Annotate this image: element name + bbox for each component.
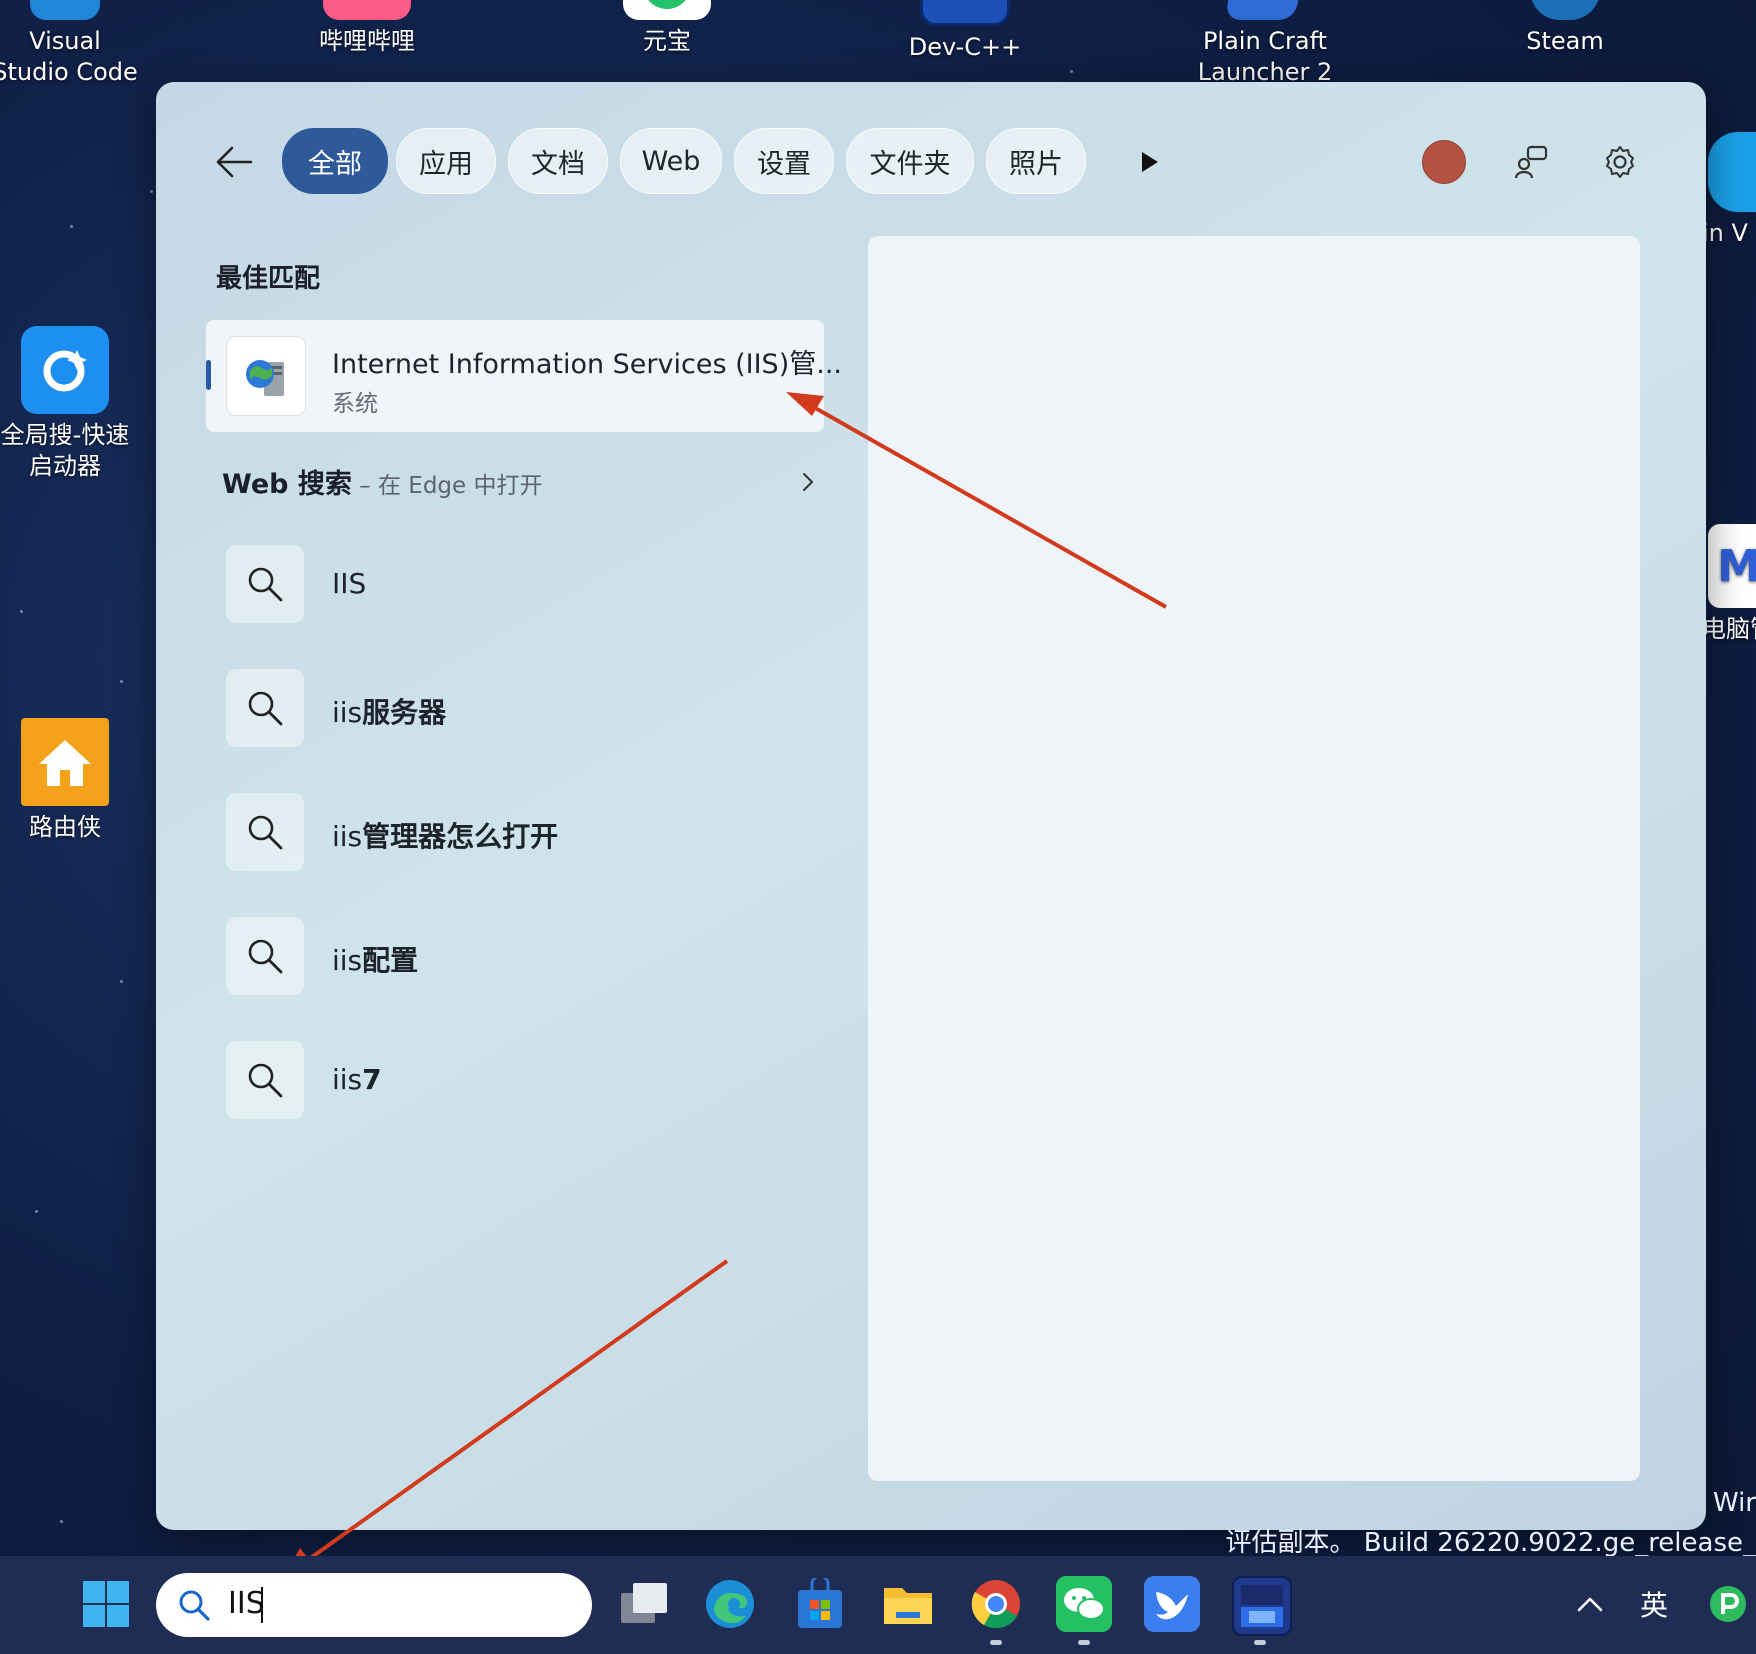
start-button[interactable] xyxy=(78,1576,134,1632)
tray-app-icon[interactable] xyxy=(1700,1576,1756,1632)
wechat-icon xyxy=(1064,1588,1105,1620)
folder-icon xyxy=(884,1588,932,1624)
input-method-indicator[interactable]: 英 xyxy=(1626,1576,1682,1632)
annotation-arrow-2 xyxy=(303,1259,729,1564)
text-caret xyxy=(261,1587,263,1623)
taskbar: IIS 英 xyxy=(0,1556,1756,1654)
devcpp-app[interactable] xyxy=(1232,1576,1292,1636)
chevron-up-icon xyxy=(1577,1597,1603,1612)
green-p-icon xyxy=(1710,1586,1746,1622)
edge-icon xyxy=(706,1580,754,1628)
show-hidden-icons-button[interactable] xyxy=(1562,1576,1618,1632)
search-input[interactable]: IIS xyxy=(228,1586,265,1621)
task-view-icon xyxy=(621,1583,667,1623)
task-view-button[interactable] xyxy=(616,1576,672,1632)
windows-icon xyxy=(83,1581,129,1627)
store-app[interactable] xyxy=(792,1576,848,1632)
annotation-arrow-1 xyxy=(809,403,1167,609)
edge-app[interactable] xyxy=(702,1576,758,1632)
running-indicator xyxy=(990,1640,1002,1645)
running-indicator xyxy=(1254,1640,1266,1645)
chrome-app[interactable] xyxy=(968,1576,1024,1632)
search-icon xyxy=(179,1590,210,1621)
feishu-app[interactable] xyxy=(1144,1576,1200,1632)
taskbar-search-box[interactable]: IIS xyxy=(156,1573,592,1637)
devcpp-icon xyxy=(1241,1585,1283,1627)
annotation-arrows xyxy=(283,392,1167,1578)
store-icon xyxy=(798,1578,842,1628)
wechat-app[interactable] xyxy=(1056,1576,1112,1632)
bird-icon xyxy=(1156,1592,1188,1620)
running-indicator xyxy=(1078,1640,1090,1645)
file-explorer-app[interactable] xyxy=(880,1576,936,1632)
chrome-icon xyxy=(971,1580,1020,1629)
